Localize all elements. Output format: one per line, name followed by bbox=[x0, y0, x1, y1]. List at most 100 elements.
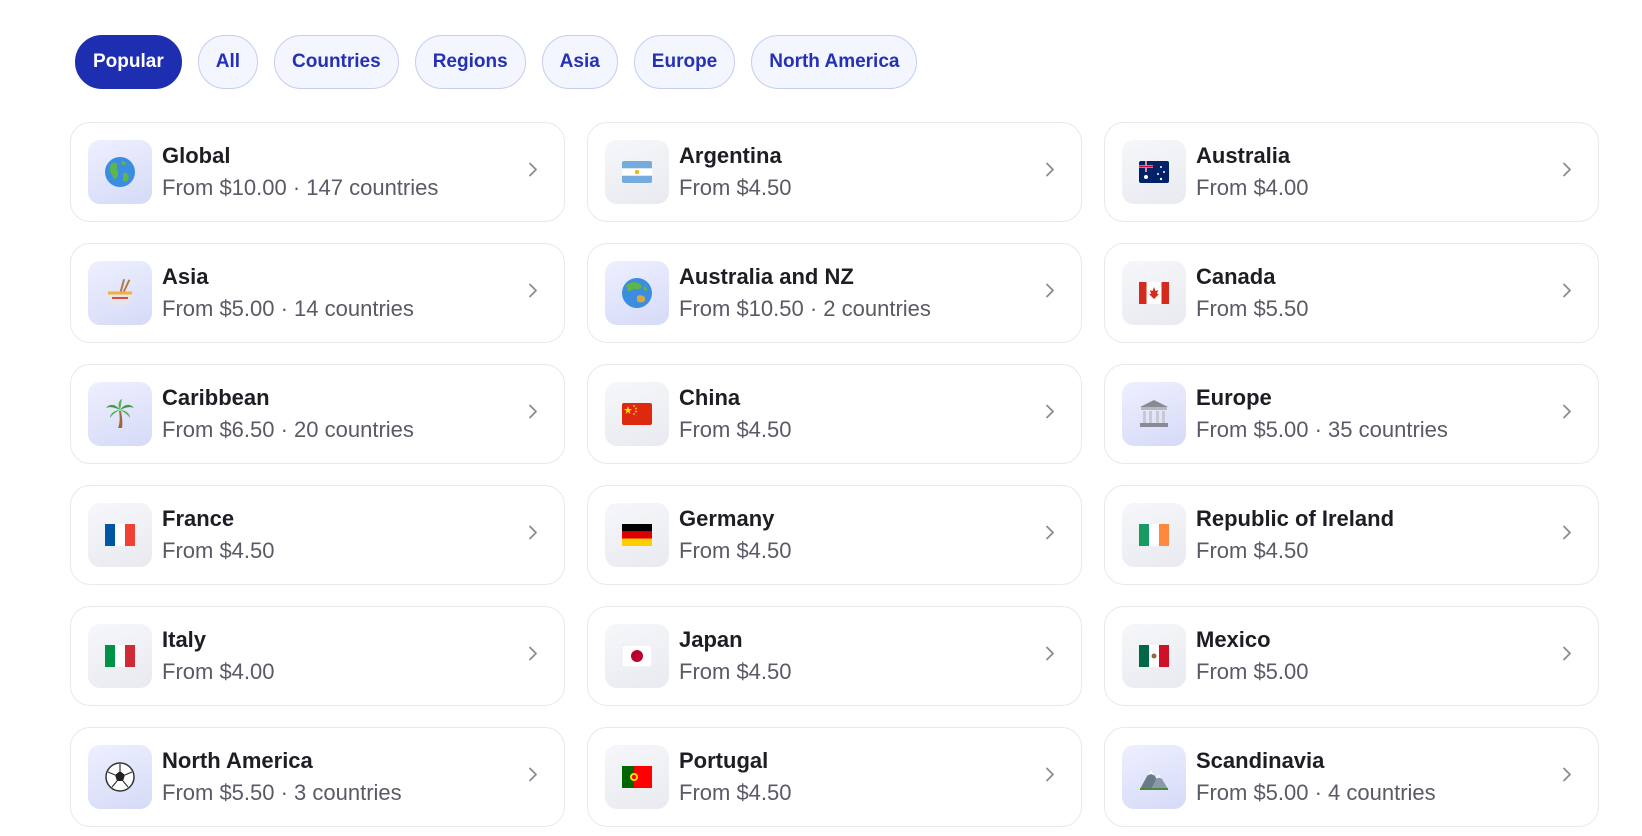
destination-price: From $4.00 bbox=[162, 658, 275, 684]
destination-info: Portugal From $4.50 bbox=[679, 747, 792, 808]
filter-chip-all[interactable]: All bbox=[197, 35, 259, 89]
filter-chip-regions[interactable]: Regions bbox=[414, 35, 526, 89]
destination-name: China bbox=[679, 384, 741, 410]
destination-info: Mexico From $5.00 bbox=[1196, 626, 1309, 687]
filter-chip-europe[interactable]: Europe bbox=[633, 35, 736, 89]
chevron-right-icon bbox=[1560, 161, 1574, 184]
chevron-right-icon bbox=[1043, 403, 1057, 426]
destination-card-france[interactable]: France From $4.50 bbox=[70, 485, 565, 585]
globe-asia-australia-icon bbox=[605, 261, 669, 325]
palm-tree-icon bbox=[88, 382, 152, 446]
destination-card-asia[interactable]: Asia From $5.00 · 14 countries bbox=[70, 243, 565, 343]
filter-chip-asia[interactable]: Asia bbox=[541, 35, 618, 89]
destination-card-global[interactable]: Global From $10.00 · 147 countries bbox=[70, 122, 565, 222]
destination-info: Scandinavia From $5.00 · 4 countries bbox=[1196, 747, 1436, 808]
destination-name: Global bbox=[162, 142, 231, 168]
destination-grid: Global From $10.00 · 147 countries Argenti… bbox=[70, 122, 1599, 827]
flag-germany-icon bbox=[605, 503, 669, 567]
destination-name: France bbox=[162, 505, 235, 531]
chevron-right-icon bbox=[526, 403, 540, 426]
destination-info: Global From $10.00 · 147 countries bbox=[162, 142, 438, 203]
destination-price: From $6.50 · 20 countries bbox=[162, 416, 414, 442]
destination-name: Republic of Ireland bbox=[1196, 505, 1395, 531]
destination-card-scandinavia[interactable]: Scandinavia From $5.00 · 4 countries bbox=[1104, 727, 1599, 827]
destination-card-argentina[interactable]: Argentina From $4.50 bbox=[587, 122, 1082, 222]
chevron-right-icon bbox=[1560, 403, 1574, 426]
destination-price: From $4.50 bbox=[679, 779, 792, 805]
destination-card-canada[interactable]: Canada From $5.50 bbox=[1104, 243, 1599, 343]
destination-price: From $4.50 bbox=[679, 658, 792, 684]
chevron-right-icon bbox=[526, 766, 540, 789]
globe-americas-icon bbox=[88, 140, 152, 204]
destination-card-australia-and-nz[interactable]: Australia and NZ From $10.50 · 2 countrie… bbox=[587, 243, 1082, 343]
destination-name: Scandinavia bbox=[1196, 747, 1325, 773]
destination-price: From $4.50 bbox=[1196, 537, 1309, 563]
filter-chip-popular[interactable]: Popular bbox=[75, 35, 182, 89]
destination-name: Mexico bbox=[1196, 626, 1271, 652]
chevron-right-icon bbox=[1560, 524, 1574, 547]
destination-price: From $5.50 bbox=[1196, 295, 1309, 321]
destination-name: Germany bbox=[679, 505, 775, 531]
destination-card-germany[interactable]: Germany From $4.50 bbox=[587, 485, 1082, 585]
destination-name: Australia and NZ bbox=[679, 263, 854, 289]
destination-price: From $4.50 bbox=[162, 537, 275, 563]
chevron-right-icon bbox=[1560, 766, 1574, 789]
destination-name: Australia bbox=[1196, 142, 1291, 168]
destination-price: From $4.50 bbox=[679, 537, 792, 563]
soccer-ball-icon bbox=[88, 745, 152, 809]
flag-mexico-icon bbox=[1122, 624, 1186, 688]
destination-price: From $5.00 bbox=[1196, 658, 1309, 684]
destination-name: Argentina bbox=[679, 142, 782, 168]
classical-building-icon bbox=[1122, 382, 1186, 446]
destination-price: From $10.50 · 2 countries bbox=[679, 295, 931, 321]
chevron-right-icon bbox=[1043, 282, 1057, 305]
destination-card-australia[interactable]: Australia From $4.00 bbox=[1104, 122, 1599, 222]
destination-price: From $5.00 · 4 countries bbox=[1196, 779, 1436, 805]
destination-info: Republic of Ireland From $4.50 bbox=[1196, 505, 1394, 566]
chevron-right-icon bbox=[526, 645, 540, 668]
destination-info: China From $4.50 bbox=[679, 384, 792, 445]
destination-info: Germany From $4.50 bbox=[679, 505, 792, 566]
flag-china-icon bbox=[605, 382, 669, 446]
chevron-right-icon bbox=[526, 524, 540, 547]
filter-chip-north-america[interactable]: North America bbox=[751, 35, 918, 89]
destination-card-mexico[interactable]: Mexico From $5.00 bbox=[1104, 606, 1599, 706]
mountain-icon bbox=[1122, 745, 1186, 809]
destination-price: From $10.00 · 147 countries bbox=[162, 174, 439, 200]
destination-name: Japan bbox=[679, 626, 743, 652]
destination-info: Australia From $4.00 bbox=[1196, 142, 1309, 203]
destination-name: Asia bbox=[162, 263, 209, 289]
destination-info: Argentina From $4.50 bbox=[679, 142, 792, 203]
destination-name: North America bbox=[162, 747, 313, 773]
destination-card-japan[interactable]: Japan From $4.50 bbox=[587, 606, 1082, 706]
destination-info: France From $4.50 bbox=[162, 505, 275, 566]
flag-ireland-icon bbox=[1122, 503, 1186, 567]
destination-card-north-america[interactable]: North America From $5.50 · 3 countries bbox=[70, 727, 565, 827]
chevron-right-icon bbox=[1043, 645, 1057, 668]
chevron-right-icon bbox=[1043, 161, 1057, 184]
chevron-right-icon bbox=[1560, 282, 1574, 305]
flag-japan-icon bbox=[605, 624, 669, 688]
chevron-right-icon bbox=[1043, 766, 1057, 789]
destination-name: Portugal bbox=[679, 747, 769, 773]
flag-australia-icon bbox=[1122, 140, 1186, 204]
destination-card-china[interactable]: China From $4.50 bbox=[587, 364, 1082, 464]
destination-info: Europe From $5.00 · 35 countries bbox=[1196, 384, 1448, 445]
destination-info: Italy From $4.00 bbox=[162, 626, 275, 687]
destination-info: North America From $5.50 · 3 countries bbox=[162, 747, 402, 808]
flag-italy-icon bbox=[88, 624, 152, 688]
destination-card-portugal[interactable]: Portugal From $4.50 bbox=[587, 727, 1082, 827]
destination-card-europe[interactable]: Europe From $5.00 · 35 countries bbox=[1104, 364, 1599, 464]
destination-card-republic-of-ireland[interactable]: Republic of Ireland From $4.50 bbox=[1104, 485, 1599, 585]
destination-info: Japan From $4.50 bbox=[679, 626, 792, 687]
destination-card-caribbean[interactable]: Caribbean From $6.50 · 20 countries bbox=[70, 364, 565, 464]
filter-chip-countries[interactable]: Countries bbox=[274, 35, 399, 89]
destination-price: From $4.50 bbox=[679, 174, 792, 200]
destination-info: Canada From $5.50 bbox=[1196, 263, 1309, 324]
destination-name: Europe bbox=[1196, 384, 1272, 410]
flag-portugal-icon bbox=[605, 745, 669, 809]
destination-info: Asia From $5.00 · 14 countries bbox=[162, 263, 414, 324]
destination-card-italy[interactable]: Italy From $4.00 bbox=[70, 606, 565, 706]
destination-name: Caribbean bbox=[162, 384, 270, 410]
destination-name: Italy bbox=[162, 626, 207, 652]
